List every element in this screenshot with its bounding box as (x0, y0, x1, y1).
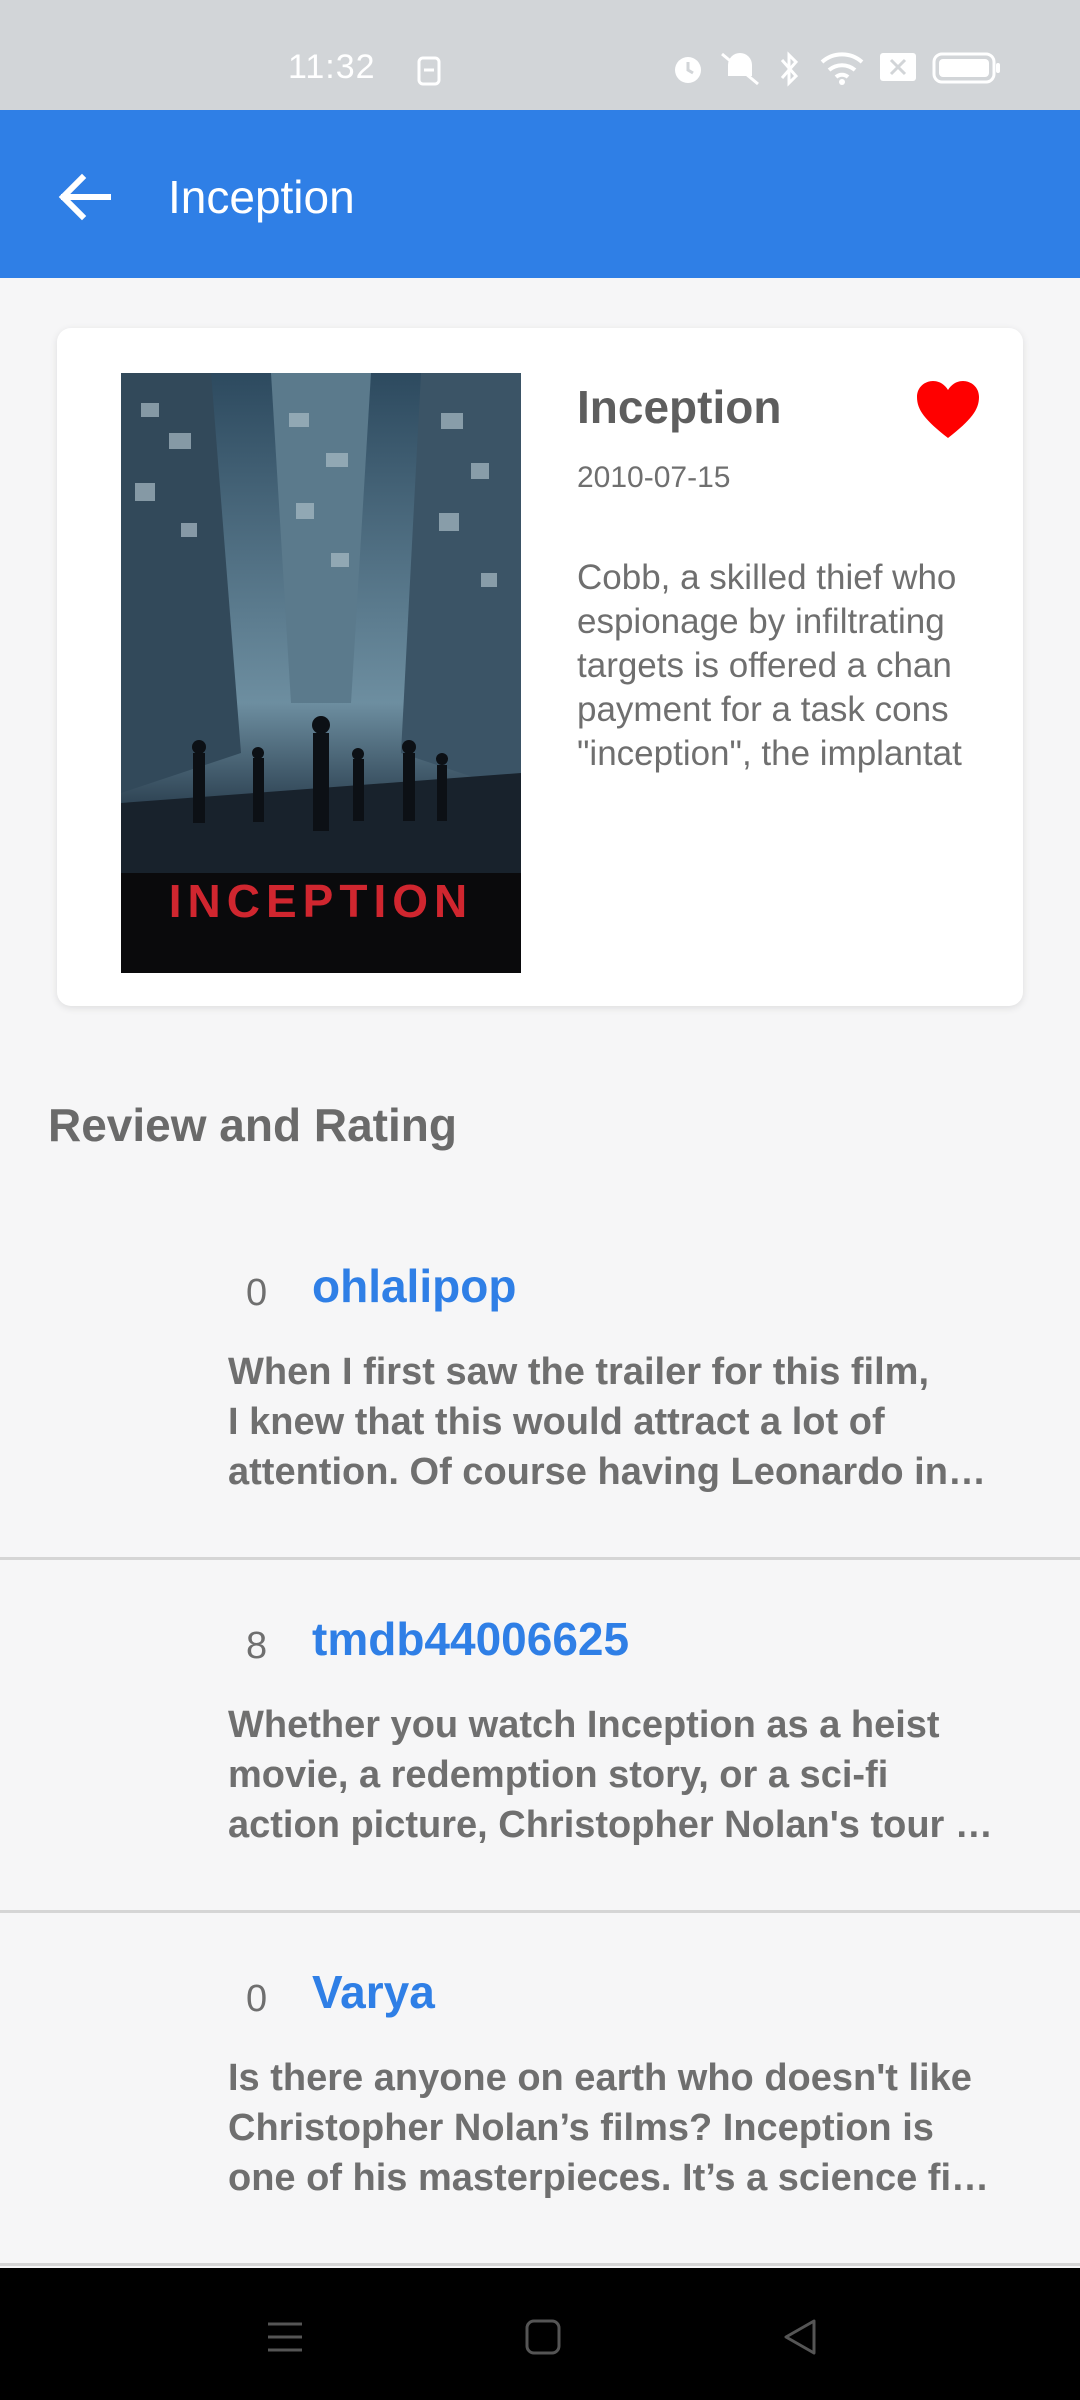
status-time: 11:32 (288, 48, 376, 86)
system-nav-bar (0, 2268, 1080, 2400)
review-count: 0 (246, 1978, 268, 2020)
review-text: Is there anyone on earth who doesn't lik… (228, 2053, 1028, 2203)
alarm-icon (675, 57, 701, 83)
wifi-icon (820, 52, 864, 85)
arrow-left-icon[interactable] (50, 162, 120, 232)
review-line: Whether you watch Inception as a heist (228, 1704, 940, 1746)
overview-line: payment for a task cons (577, 690, 949, 729)
poster-title: INCEPTION (168, 875, 474, 927)
review-count: 8 (246, 1625, 268, 1667)
overview-line: targets is offered a chan (577, 646, 952, 685)
bluetooth-icon (780, 51, 799, 87)
movie-overview: Cobb, a skilled thief who espionage by i… (577, 556, 1041, 781)
sim-icon (417, 56, 441, 86)
review-item[interactable]: 8 tmdb44006625 Whether you watch Incepti… (0, 1560, 1080, 1913)
review-line: action picture, Christopher Nolan's tour… (228, 1804, 993, 1846)
review-item[interactable]: 0 Varya Is there anyone on earth who doe… (0, 1913, 1080, 2266)
heart-icon[interactable] (915, 380, 981, 440)
movie-poster[interactable]: INCEPTION (121, 373, 521, 973)
mute-icon (721, 52, 759, 86)
back-triangle-icon[interactable] (776, 2312, 826, 2362)
page-title: Inception (168, 171, 355, 223)
review-line: Christopher Nolan’s films? Inception is (228, 2107, 934, 2149)
review-author[interactable]: Varya (312, 1965, 435, 2019)
overview-line: Cobb, a skilled thief who (577, 558, 957, 597)
status-bar: 11:32 (0, 0, 1080, 110)
review-line: When I first saw the trailer for this fi… (228, 1351, 929, 1393)
review-author[interactable]: tmdb44006625 (312, 1612, 629, 1666)
overview-line: espionage by infiltrating (577, 602, 945, 641)
review-author[interactable]: ohlalipop (312, 1259, 516, 1313)
review-item[interactable]: 0 ohlalipop When I first saw the trailer… (0, 1207, 1080, 1560)
review-text: Whether you watch Inception as a heist m… (228, 1700, 1028, 1850)
home-icon[interactable] (518, 2312, 568, 2362)
menu-icon[interactable] (260, 2312, 310, 2362)
review-line: attention. Of course having Leonardo in… (228, 1451, 986, 1493)
review-text: When I first saw the trailer for this fi… (228, 1347, 1028, 1497)
app-bar: Inception (0, 110, 1080, 278)
review-line: movie, a redemption story, or a sci-fi (228, 1754, 889, 1796)
movie-title: Inception (577, 381, 782, 433)
review-line: one of his masterpieces. It’s a science … (228, 2157, 990, 2199)
release-date: 2010-07-15 (577, 461, 731, 494)
review-count: 0 (246, 1272, 268, 1314)
overview-line: "inception", the implantat (577, 734, 962, 773)
no-signal-icon (880, 53, 916, 81)
movie-card: INCEPTION Inception 2010-07-15 Cobb, a s… (57, 328, 1023, 1006)
review-line: I knew that this would attract a lot of (228, 1401, 885, 1443)
battery-icon (932, 52, 1000, 84)
section-title: Review and Rating (48, 1099, 457, 1151)
review-line: Is there anyone on earth who doesn't lik… (228, 2057, 972, 2099)
